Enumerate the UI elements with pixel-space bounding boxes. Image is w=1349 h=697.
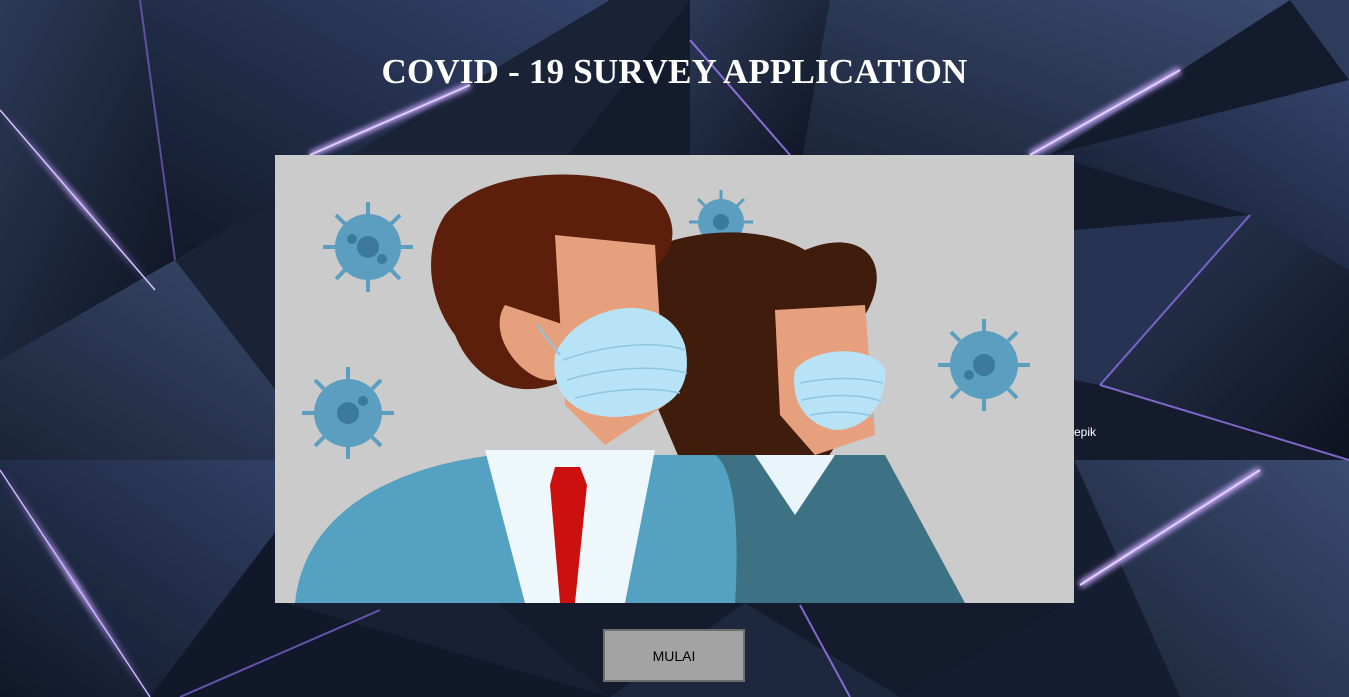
start-button[interactable]: MULAI [603, 629, 745, 682]
masked-people-illustration-icon [275, 155, 1074, 603]
page-title: COVID - 19 SURVEY APPLICATION [381, 52, 968, 91]
attribution-text: epik [1074, 425, 1097, 439]
hero-image [275, 155, 1074, 603]
